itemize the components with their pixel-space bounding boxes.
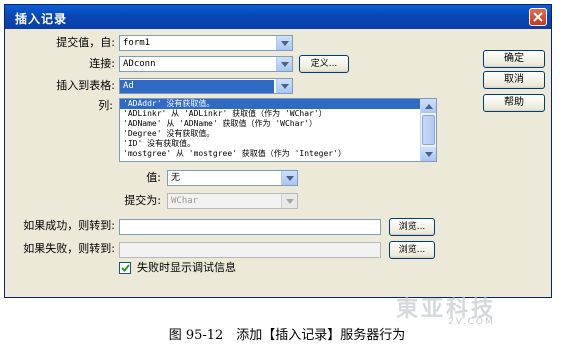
list-item[interactable]: 'mostgree' 从 'mostgree' 获取值（作为 'Integer'…	[120, 149, 436, 159]
list-item[interactable]: 'ID' 没有获取值。	[120, 139, 436, 149]
chevron-down-icon[interactable]	[276, 57, 292, 71]
figure-caption: 图 95-12 添加【插入记录】服务器行为	[168, 328, 406, 343]
submit-as-select[interactable]: WChar	[167, 193, 298, 209]
define-button[interactable]: 定义...	[299, 55, 349, 73]
insert-record-dialog: 插入记录 提交值，自: form1 连接: ADconn 定义... 插入到表格…	[4, 4, 552, 298]
list-item[interactable]: 'ADLinkr' 从 'ADLinkr' 获取值（作为 'WChar'）	[120, 109, 436, 119]
on-failure-input[interactable]	[119, 242, 381, 258]
close-icon	[533, 12, 543, 22]
chevron-down-icon[interactable]	[281, 194, 297, 208]
submit-as-label: 提交为:	[124, 194, 161, 207]
on-success-label: 如果成功，则转到:	[23, 219, 115, 232]
submit-values-select[interactable]: form1	[119, 35, 293, 51]
checkmark-icon	[120, 264, 130, 272]
title-bar[interactable]: 插入记录	[5, 5, 551, 29]
insert-table-label: 插入到表格:	[56, 79, 115, 92]
help-button[interactable]: 帮助	[483, 94, 545, 112]
on-success-browse-button[interactable]: 浏览...	[389, 218, 435, 236]
on-failure-browse-button[interactable]: 浏览...	[389, 241, 435, 259]
dialog-title: 插入记录	[15, 12, 68, 26]
scroll-down-icon[interactable]	[421, 147, 436, 161]
chevron-down-icon[interactable]	[276, 79, 292, 93]
columns-listbox[interactable]: 'ADAddr' 没有获取值。 'ADLinkr' 从 'ADLinkr' 获取…	[119, 98, 437, 162]
value-label: 值:	[146, 171, 161, 184]
submit-values-label: 提交值，自:	[56, 36, 115, 49]
on-failure-label: 如果失败，则转到:	[23, 242, 115, 255]
on-success-input[interactable]	[119, 219, 381, 235]
close-button[interactable]	[529, 8, 547, 26]
list-item[interactable]: 'ADAddr' 没有获取值。	[120, 99, 436, 109]
connection-label: 连接:	[89, 57, 115, 70]
chevron-down-icon[interactable]	[281, 171, 297, 185]
ok-button[interactable]: 确定	[483, 50, 545, 68]
list-item[interactable]: 'Degree' 没有获取值。	[120, 129, 436, 139]
columns-label: 列:	[98, 99, 113, 112]
dialog-content: 提交值，自: form1 连接: ADconn 定义... 插入到表格: Ad …	[5, 29, 551, 299]
cancel-button[interactable]: 取消	[483, 71, 545, 89]
scroll-thumb[interactable]	[422, 115, 435, 145]
debug-checkbox-label[interactable]: 失败时显示调试信息	[137, 260, 236, 276]
connection-select[interactable]: ADconn	[119, 56, 293, 72]
list-scrollbar[interactable]	[420, 99, 436, 161]
insert-table-select[interactable]: Ad	[119, 78, 293, 94]
list-item[interactable]: 'ADName' 从 'ADName' 获取值（作为 'WChar'）	[120, 119, 436, 129]
chevron-down-icon[interactable]	[276, 36, 292, 50]
debug-checkbox[interactable]	[119, 262, 131, 274]
scroll-up-icon[interactable]	[421, 99, 436, 113]
value-select[interactable]: 无	[167, 170, 298, 186]
